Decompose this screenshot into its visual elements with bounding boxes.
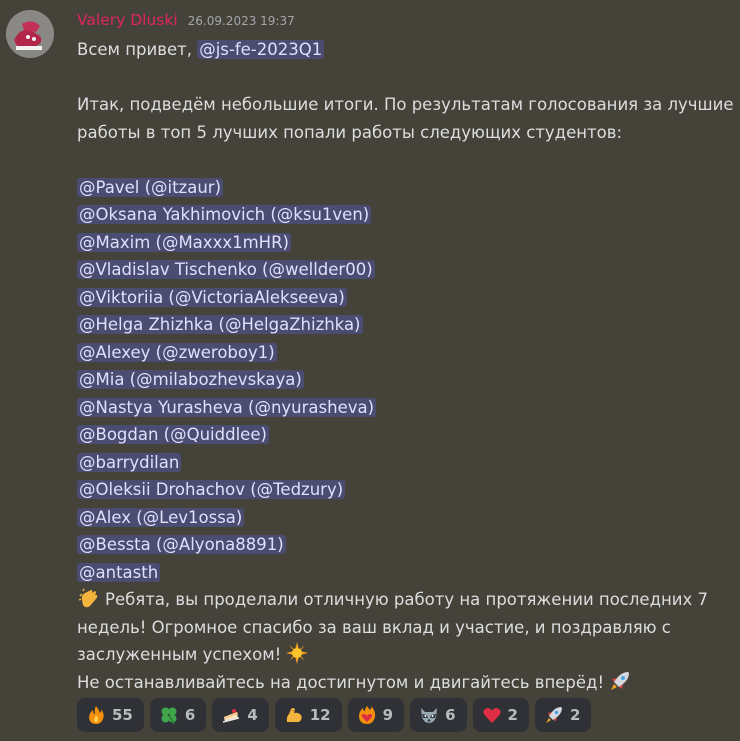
chat-message: Valery Dluski 26.09.2023 19:37 Всем прив… <box>0 0 740 741</box>
red-heart-icon <box>482 708 501 723</box>
message-content: Всем привет, @js-fe-2023Q1 Итак, подведё… <box>77 36 737 696</box>
message-header: Valery Dluski 26.09.2023 19:37 <box>77 11 295 33</box>
reaction-rocket[interactable]: 2 <box>534 698 592 732</box>
mention-list: @Pavel (@itzaur) @Oksana Yakhimovich (@k… <box>77 174 737 587</box>
user-mention[interactable]: @Vladislav Tischenko (@wellder00) <box>77 260 375 279</box>
user-mention[interactable]: @Viktoriia (@VictoriaAlekseeva) <box>77 287 347 307</box>
reaction-count: 12 <box>309 706 331 724</box>
outro-line-2: недель! Огромное спасибо за ваш вклад и … <box>77 617 671 637</box>
intro-line-2: работы в топ 5 лучших попали работы след… <box>77 122 623 142</box>
user-mention[interactable]: @Nastya Yurasheva (@nyurasheva) <box>77 397 377 417</box>
user-mention[interactable]: @Alexey (@zweroboy1) <box>77 342 277 362</box>
reaction-count: 9 <box>382 706 394 724</box>
reaction-muscle[interactable]: 12 <box>274 698 342 732</box>
glowing-star-icon <box>286 642 309 664</box>
reaction-count: 6 <box>184 706 196 724</box>
reaction-fire[interactable]: 55 <box>77 698 144 732</box>
flexed-biceps-icon <box>286 708 302 722</box>
user-mention[interactable]: @barrydilan <box>77 452 182 472</box>
avatar-image <box>6 10 54 58</box>
four-leaf-clover-icon <box>161 707 177 725</box>
outro-text-1: Ребята, вы проделали отличную работу на … <box>105 590 708 609</box>
rocket-icon <box>545 707 562 723</box>
reaction-clover[interactable]: 6 <box>149 698 207 732</box>
greeting-line: Всем привет, @js-fe-2023Q1 <box>77 36 737 64</box>
greeting-text: Всем привет, <box>77 40 192 59</box>
user-mention[interactable]: @Maxim (@Maxxx1mHR) <box>77 232 291 252</box>
reaction-count: 55 <box>112 706 133 724</box>
reaction-heart-on-fire[interactable]: 9 <box>347 698 405 732</box>
reaction-count: 2 <box>569 706 581 724</box>
intro-line-1: Итак, подведём небольшие итоги. По резул… <box>77 95 734 114</box>
rocket-icon <box>611 671 630 690</box>
reaction-count: 2 <box>507 706 518 724</box>
reaction-count: 6 <box>445 706 456 724</box>
outro-line-4: Не останавливайтесь на достигнутом и дви… <box>77 669 737 697</box>
user-mention[interactable]: @Mia (@milabozhevskaya) <box>77 370 304 389</box>
fire-icon <box>89 706 104 724</box>
raccoon-icon <box>421 708 438 723</box>
reaction-raccoon[interactable]: 6 <box>410 698 467 732</box>
role-mention[interactable]: @js-fe-2023Q1 <box>197 40 325 59</box>
outro-line-1: Ребята, вы проделали отличную работу на … <box>77 586 737 614</box>
user-mention[interactable]: @Alex (@Lev1ossa) <box>77 507 245 527</box>
user-mention[interactable]: @Helga Zhizhka (@HelgaZhizhka) <box>77 315 363 334</box>
avatar[interactable] <box>6 10 54 58</box>
user-mention[interactable]: @Bogdan (@Quiddlee) <box>77 425 269 444</box>
user-mention[interactable]: @Pavel (@itzaur) <box>77 177 224 197</box>
reaction-count: 4 <box>247 706 258 724</box>
message-timestamp: 26.09.2023 19:37 <box>187 14 295 28</box>
user-mention[interactable]: @Oksana Yakhimovich (@ksu1ven) <box>77 205 372 224</box>
user-mention[interactable]: @antasth <box>77 562 161 582</box>
heart-on-fire-icon <box>358 706 375 724</box>
reaction-cake[interactable]: 4 <box>212 698 269 732</box>
outro-text-3: заслуженным успехом! <box>77 645 282 664</box>
clapping-hands-icon <box>78 588 98 608</box>
outro-text-4: Не останавливайтесь на достигнутом и дви… <box>77 672 605 692</box>
reactions-bar: 55 6 4 12 9 6 2 2 <box>77 698 592 732</box>
outro-line-3: заслуженным успехом! <box>77 641 737 669</box>
reaction-heart[interactable]: 2 <box>472 698 529 732</box>
user-mention[interactable]: @Oleksii Drohachov (@Tedzury) <box>77 480 346 499</box>
cake-icon <box>223 709 240 723</box>
author-name[interactable]: Valery Dluski <box>77 11 178 29</box>
user-mention[interactable]: @Bessta (@Alyona8891) <box>77 535 286 554</box>
